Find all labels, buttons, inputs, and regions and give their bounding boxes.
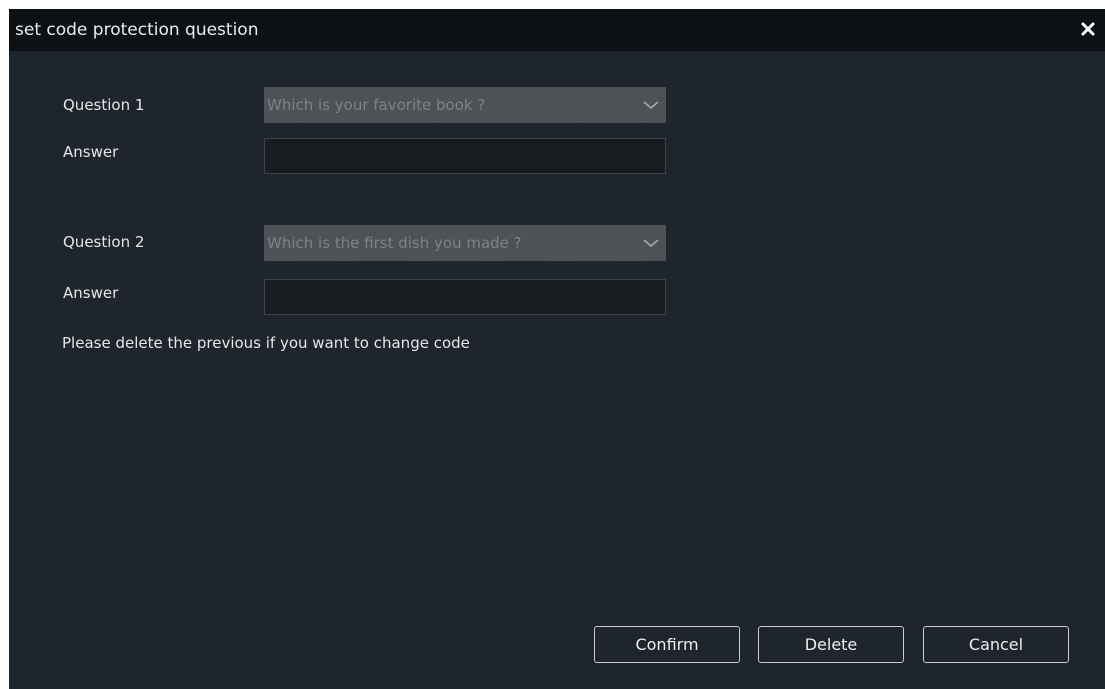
- title-bar: set code protection question: [9, 9, 1105, 51]
- answer-2-input[interactable]: [264, 279, 666, 315]
- question-1-selected-value: Which is your favorite book ?: [267, 96, 486, 114]
- close-icon: [1081, 22, 1095, 36]
- chevron-down-icon: [643, 239, 659, 247]
- answer-1-input[interactable]: [264, 138, 666, 174]
- question-2-select[interactable]: Which is the first dish you made ?: [264, 225, 666, 261]
- question-1-select[interactable]: Which is your favorite book ?: [264, 87, 666, 123]
- cancel-button[interactable]: Cancel: [923, 626, 1069, 663]
- change-code-note: Please delete the previous if you want t…: [62, 334, 470, 352]
- chevron-down-icon: [643, 101, 659, 109]
- confirm-button[interactable]: Confirm: [594, 626, 740, 663]
- answer-2-label: Answer: [63, 284, 119, 302]
- question-2-selected-value: Which is the first dish you made ?: [267, 234, 522, 252]
- question-2-label: Question 2: [63, 233, 145, 251]
- close-button[interactable]: [1077, 16, 1101, 42]
- delete-button[interactable]: Delete: [758, 626, 904, 663]
- dialog-title: set code protection question: [15, 20, 259, 40]
- question-1-label: Question 1: [63, 96, 145, 114]
- code-protection-dialog: set code protection question Question 1 …: [9, 9, 1105, 689]
- answer-1-label: Answer: [63, 143, 119, 161]
